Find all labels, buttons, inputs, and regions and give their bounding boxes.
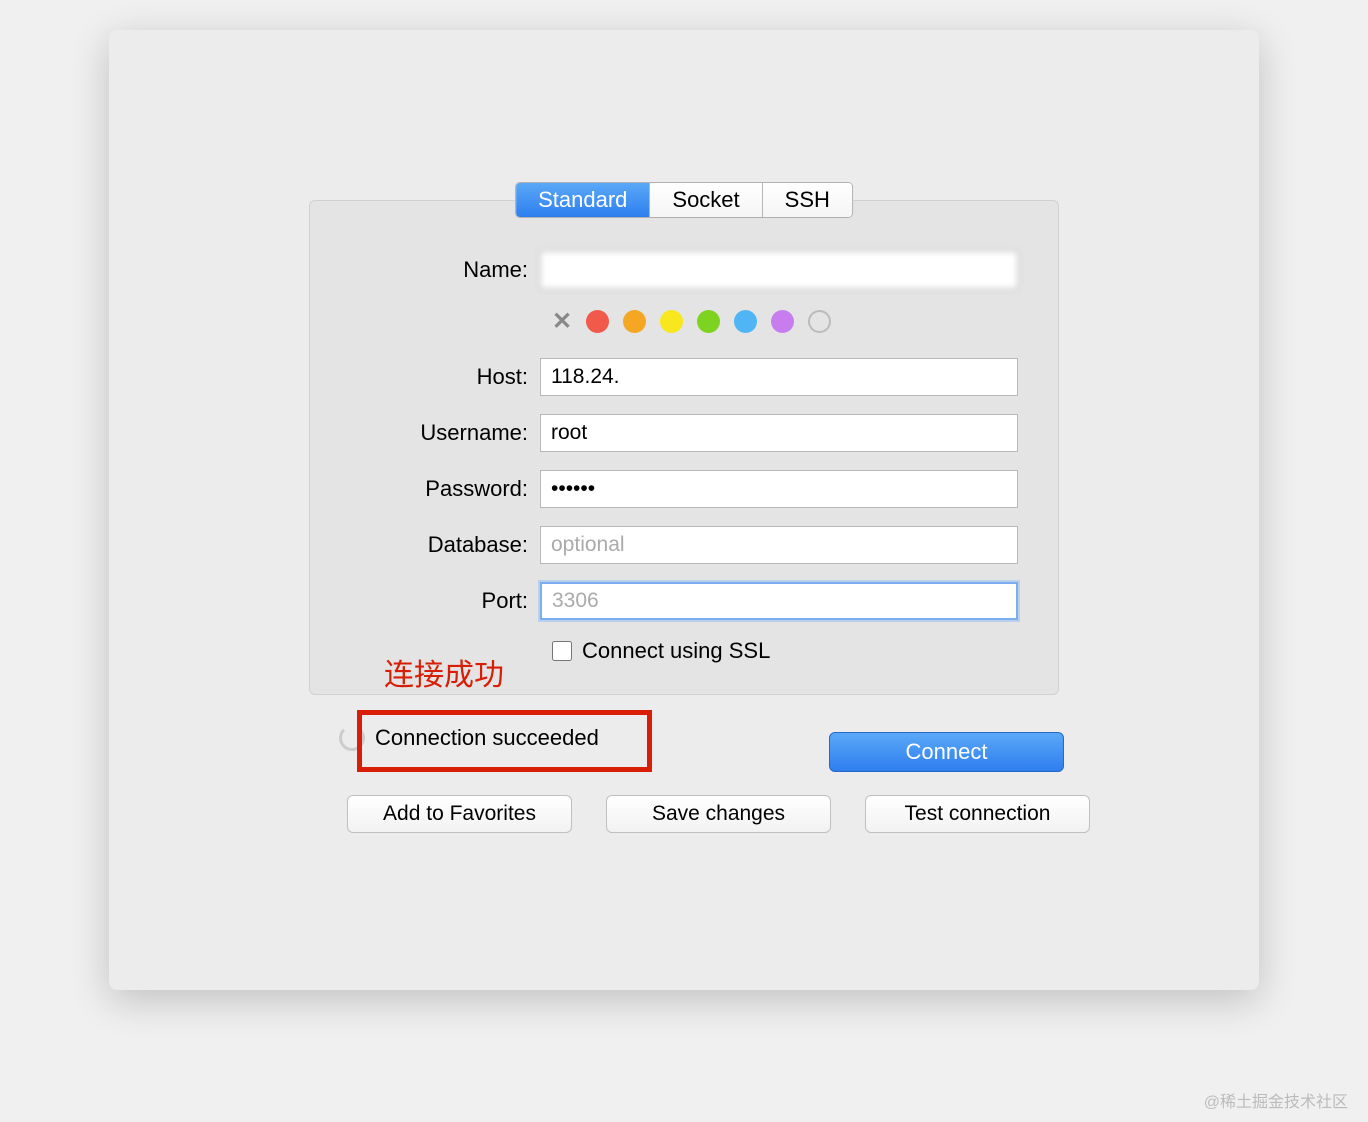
color-gray[interactable] [808, 310, 831, 333]
host-label: Host: [350, 364, 540, 390]
status-area: Connection succeeded [339, 725, 599, 751]
color-red[interactable] [586, 310, 609, 333]
color-blue[interactable] [734, 310, 757, 333]
color-tag-row: ✕ [552, 307, 1018, 336]
annotation-text: 连接成功 [384, 650, 504, 694]
connection-type-tabs: Standard Socket SSH [515, 182, 853, 218]
connect-button[interactable]: Connect [829, 732, 1064, 772]
clear-color-icon[interactable]: ✕ [552, 307, 572, 336]
password-field[interactable] [540, 470, 1018, 508]
host-field[interactable] [540, 358, 1018, 396]
name-label: Name: [350, 257, 540, 283]
color-purple[interactable] [771, 310, 794, 333]
name-field-wrapper [540, 251, 1018, 289]
username-field[interactable] [540, 414, 1018, 452]
tab-ssh[interactable]: SSH [763, 183, 852, 217]
add-to-favorites-button[interactable]: Add to Favorites [347, 795, 572, 833]
tab-standard[interactable]: Standard [516, 183, 650, 217]
bottom-button-row: Add to Favorites Save changes Test conne… [347, 795, 1090, 833]
password-label: Password: [350, 476, 540, 502]
test-connection-button[interactable]: Test connection [865, 795, 1090, 833]
username-label: Username: [350, 420, 540, 446]
database-label: Database: [350, 532, 540, 558]
ssl-checkbox[interactable] [552, 641, 572, 661]
color-orange[interactable] [623, 310, 646, 333]
ssl-label: Connect using SSL [582, 638, 770, 664]
connection-dialog: Standard Socket SSH Name: ✕ Host: Userna… [109, 30, 1259, 990]
database-field[interactable] [540, 526, 1018, 564]
color-green[interactable] [697, 310, 720, 333]
tab-socket[interactable]: Socket [650, 183, 762, 217]
color-yellow[interactable] [660, 310, 683, 333]
save-changes-button[interactable]: Save changes [606, 795, 831, 833]
name-field[interactable] [540, 251, 1018, 289]
port-label: Port: [350, 588, 540, 614]
watermark: @稀土掘金技术社区 [1204, 1088, 1348, 1112]
connection-form: Name: ✕ Host: Username: Password: [309, 200, 1059, 695]
spinner-icon [339, 725, 365, 751]
status-text: Connection succeeded [375, 725, 599, 751]
port-field[interactable] [540, 582, 1018, 620]
